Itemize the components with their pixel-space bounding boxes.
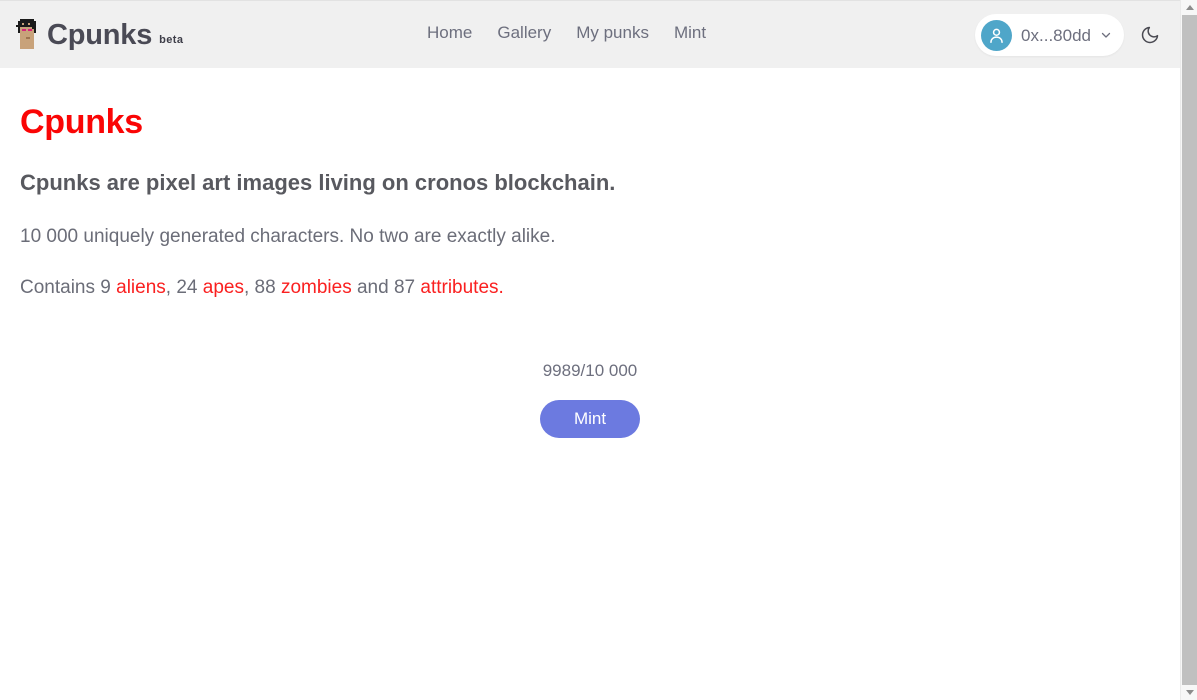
main-content: Cpunks Cpunks are pixel art images livin…: [0, 68, 1180, 439]
aliens-link[interactable]: aliens: [116, 277, 166, 298]
page-subtitle: Cpunks are pixel art images living on cr…: [20, 170, 616, 196]
chevron-down-icon: [1101, 32, 1111, 38]
page-title: Cpunks: [20, 103, 143, 141]
user-avatar-icon: [981, 19, 1013, 51]
contains-end-punctuation: .: [498, 276, 504, 298]
scrollbar-thumb[interactable]: [1182, 15, 1197, 685]
browser-viewport: Cpunks beta Home Gallery My punks Mint 0…: [0, 0, 1197, 700]
vertical-scrollbar[interactable]: [1180, 0, 1197, 700]
wallet-address-label: 0x...80dd: [1021, 25, 1091, 45]
nav-item-gallery[interactable]: Gallery: [497, 23, 551, 43]
description-paragraph: 10 000 uniquely generated characters. No…: [20, 225, 556, 247]
main-navigation: Home Gallery My punks Mint: [427, 23, 706, 43]
moon-icon: [1141, 26, 1159, 44]
nav-item-home[interactable]: Home: [427, 23, 472, 43]
contains-separator-2: , 88: [243, 276, 281, 298]
contains-paragraph: Contains 9 aliens, 24 apes, 88 zombies a…: [20, 250, 1160, 301]
site-header: Cpunks beta Home Gallery My punks Mint 0…: [0, 0, 1180, 68]
mint-section: 9989/10 000 Mint: [20, 361, 1160, 439]
header-actions: 0x...80dd: [975, 1, 1166, 69]
mint-button[interactable]: Mint: [540, 400, 640, 439]
attributes-link[interactable]: attributes: [420, 277, 498, 298]
scroll-up-arrow-icon[interactable]: [1181, 0, 1197, 15]
nav-item-my-punks[interactable]: My punks: [576, 23, 649, 43]
brand-name: Cpunks: [47, 18, 153, 51]
zombies-link[interactable]: zombies: [281, 277, 352, 298]
wallet-account-button[interactable]: 0x...80dd: [975, 14, 1124, 56]
brand-logo-link[interactable]: Cpunks beta: [14, 18, 184, 51]
nav-item-mint[interactable]: Mint: [674, 23, 706, 43]
brand-beta-badge: beta: [159, 33, 184, 46]
scroll-down-arrow-icon[interactable]: [1181, 685, 1197, 700]
mint-counter: 9989/10 000: [542, 361, 638, 381]
pixel-punk-avatar-icon: [16, 18, 36, 49]
page-content: Cpunks beta Home Gallery My punks Mint 0…: [0, 0, 1180, 700]
dark-mode-toggle-button[interactable]: [1134, 19, 1166, 51]
contains-lead-text: Contains 9: [20, 276, 117, 298]
apes-link[interactable]: apes: [203, 277, 244, 298]
contains-separator-3: and 87: [351, 276, 421, 298]
contains-separator-1: , 24: [165, 276, 203, 298]
